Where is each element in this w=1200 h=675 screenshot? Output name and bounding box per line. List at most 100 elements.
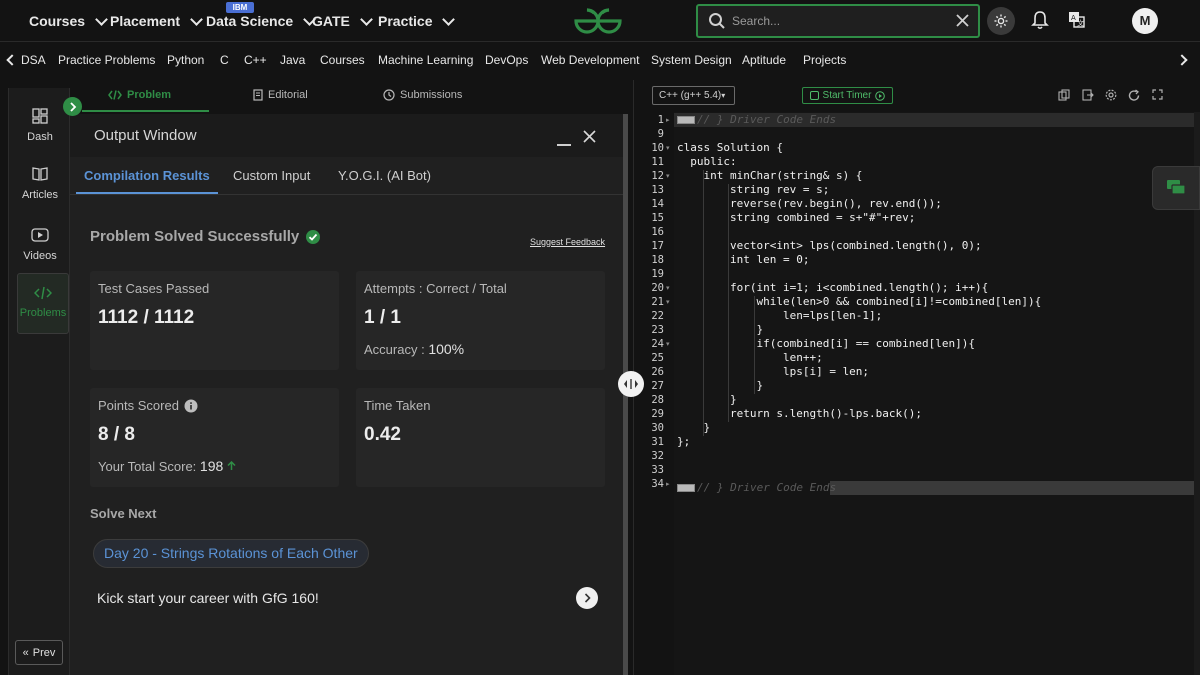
line-number: 34 xyxy=(651,478,664,490)
subnav-item-machine-learning[interactable]: Machine Learning xyxy=(378,53,473,67)
menu-data-science[interactable]: Data Science xyxy=(206,0,317,42)
line-number: 23 xyxy=(651,324,664,336)
test-cases-card: Test Cases Passed 1112 / 1112 xyxy=(90,271,339,370)
search-box[interactable] xyxy=(696,4,980,38)
subnav-item-web-development[interactable]: Web Development xyxy=(541,53,640,67)
fullscreen-icon[interactable] xyxy=(1152,89,1163,100)
tab-compilation-results[interactable]: Compilation Results xyxy=(84,168,210,183)
total-score-value: 198 xyxy=(199,458,224,474)
play-icon xyxy=(875,90,886,101)
menu-practice[interactable]: Practice xyxy=(378,0,456,42)
sidebar-item-videos[interactable]: Videos xyxy=(9,227,71,262)
line-number: 29 xyxy=(651,408,664,420)
subnav-item-java[interactable]: Java xyxy=(280,53,305,67)
close-icon[interactable] xyxy=(583,130,596,143)
search-input[interactable] xyxy=(732,11,942,31)
menu-label: Practice xyxy=(378,13,433,29)
fold-arrow-icon[interactable]: ▾ xyxy=(666,340,670,348)
close-icon[interactable] xyxy=(956,14,969,27)
chat-button[interactable] xyxy=(1152,166,1200,210)
line-number: 19 xyxy=(651,268,664,280)
chevron-right-icon[interactable] xyxy=(1176,54,1188,66)
chevron-down-icon xyxy=(359,12,373,26)
line-number: 11 xyxy=(651,156,664,168)
copy-icon[interactable] xyxy=(1058,89,1070,101)
tab-label: Submissions xyxy=(400,89,463,101)
subnav-item-courses[interactable]: Courses xyxy=(320,53,365,67)
sidebar-item-label: Articles xyxy=(21,189,59,201)
language-select[interactable]: C++ (g++ 5.4)▾ xyxy=(652,86,735,105)
info-icon[interactable] xyxy=(184,399,198,413)
subnav-item-practice-problems[interactable]: Practice Problems xyxy=(58,53,155,67)
fold-arrow-icon[interactable]: ▾ xyxy=(666,144,670,152)
resize-handle[interactable] xyxy=(618,371,644,397)
fold-arrow-icon[interactable]: ▾ xyxy=(666,172,670,180)
code-line: // } Driver Code Ends xyxy=(677,481,836,494)
subnav-item-dsa[interactable]: DSA xyxy=(21,53,46,67)
attempts-card: Attempts : Correct / Total 1 / 1 Accurac… xyxy=(356,271,605,370)
prev-label: Prev xyxy=(32,646,56,659)
code-line: len++; xyxy=(677,351,823,364)
next-problem-pill[interactable]: Day 20 - Strings Rotations of Each Other xyxy=(93,539,369,568)
line-number: 33 xyxy=(651,464,664,476)
fold-arrow-icon[interactable]: ▸ xyxy=(666,116,670,124)
bell-icon[interactable] xyxy=(1031,10,1049,30)
menu-placement[interactable]: Placement xyxy=(110,0,203,42)
sidebar-item-label: Dash xyxy=(27,131,53,143)
settings-icon[interactable] xyxy=(1105,89,1117,101)
subnav-item-python[interactable]: Python xyxy=(167,53,204,67)
start-timer-button[interactable]: Start Timer xyxy=(802,87,893,104)
code-line: } xyxy=(677,393,737,406)
tab-editorial[interactable]: Editorial xyxy=(253,89,308,101)
fold-marker-icon[interactable] xyxy=(677,484,695,492)
translate-icon[interactable]: A文 xyxy=(1068,11,1085,28)
subnav-item-aptitude[interactable]: Aptitude xyxy=(742,53,786,67)
book-icon xyxy=(32,167,48,181)
sidebar-item-articles[interactable]: Articles xyxy=(9,166,71,201)
output-window-title: Output Window xyxy=(94,127,197,144)
code-editor[interactable]: // } Driver Code Ends class Solution { p… xyxy=(674,112,1194,675)
card-label: Points Scored xyxy=(98,398,198,413)
line-number: 32 xyxy=(651,450,664,462)
import-icon[interactable] xyxy=(1082,89,1094,101)
card-value: 0.42 xyxy=(364,424,401,445)
tab-problem[interactable]: Problem xyxy=(108,89,171,101)
fold-arrow-icon[interactable]: ▾ xyxy=(666,284,670,292)
sidebar-item-dash[interactable]: Dash xyxy=(9,108,71,143)
line-number: 30 xyxy=(651,422,664,434)
menu-label: GATE xyxy=(312,13,350,29)
subnav-item-system-design[interactable]: System Design xyxy=(651,53,732,67)
subnav-item-devops[interactable]: DevOps xyxy=(485,53,528,67)
sidebar-item-problems[interactable]: Problems xyxy=(17,273,69,334)
tab-custom-input[interactable]: Custom Input xyxy=(233,168,310,183)
prev-button[interactable]: « Prev xyxy=(15,640,63,665)
tab-yogi-ai-bot[interactable]: Y.O.G.I. (AI Bot) xyxy=(338,168,431,183)
tab-submissions[interactable]: Submissions xyxy=(383,89,462,101)
subnav-item-cpp[interactable]: C++ xyxy=(244,53,267,67)
avatar[interactable]: M xyxy=(1132,8,1158,34)
suggest-feedback-link[interactable]: Suggest Feedback xyxy=(530,237,605,247)
fold-arrow-icon[interactable]: ▸ xyxy=(666,480,670,488)
code-line: } xyxy=(677,323,764,336)
accuracy-value: 100% xyxy=(428,341,465,357)
fold-arrow-icon[interactable]: ▾ xyxy=(666,298,670,306)
expand-panel-button[interactable] xyxy=(63,97,82,116)
status-text: Problem Solved Successfully xyxy=(90,228,300,245)
menu-gate[interactable]: GATE xyxy=(312,0,373,42)
line-number: 9 xyxy=(657,128,664,140)
gfg-logo[interactable] xyxy=(572,6,624,36)
output-window: Output Window Compilation Results Custom… xyxy=(70,114,628,675)
next-arrow-button[interactable] xyxy=(576,587,598,609)
code-line: } xyxy=(677,421,711,434)
reset-icon[interactable] xyxy=(1128,89,1141,102)
chevron-left-icon[interactable] xyxy=(6,54,18,66)
resize-icon xyxy=(624,379,638,389)
menu-courses[interactable]: Courses xyxy=(29,0,108,42)
theme-toggle-button[interactable] xyxy=(987,7,1015,35)
card-label: Time Taken xyxy=(364,398,431,413)
subnav-item-c[interactable]: C xyxy=(220,53,229,67)
minimize-icon[interactable] xyxy=(557,144,571,146)
subnav-item-projects[interactable]: Projects xyxy=(803,53,846,67)
fold-marker-icon[interactable] xyxy=(677,116,695,124)
code-text: // } Driver Code Ends xyxy=(697,481,837,494)
